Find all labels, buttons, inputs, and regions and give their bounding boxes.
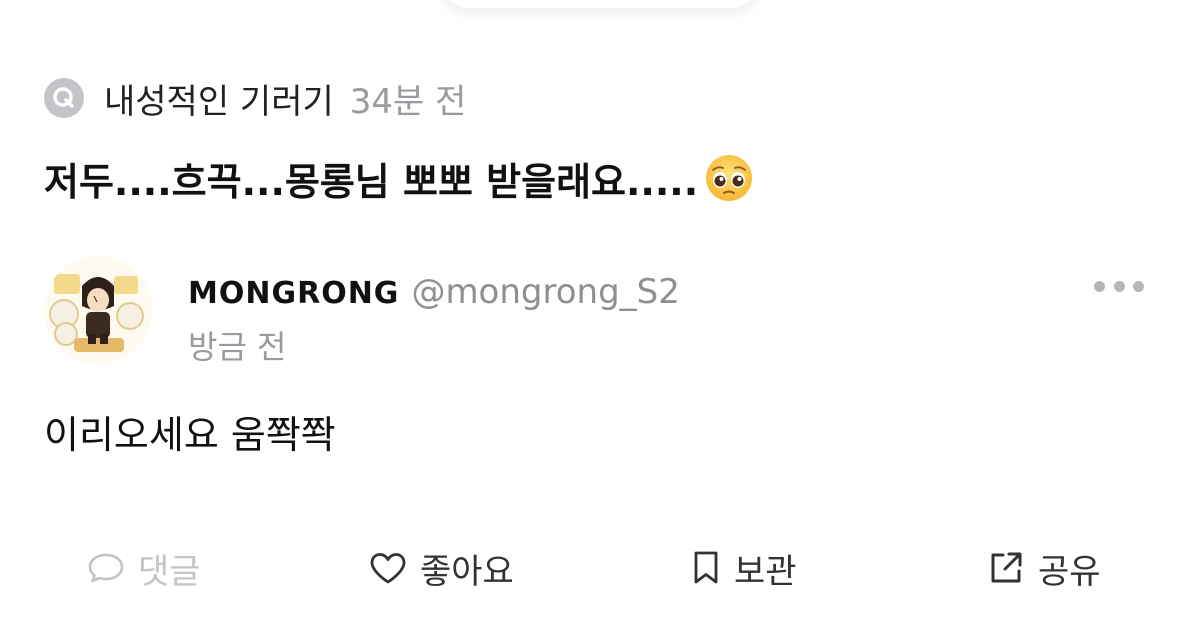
- share-icon: [991, 552, 1022, 583]
- like-label: 좋아요: [420, 551, 514, 592]
- top-sheet-edge: [440, 0, 760, 8]
- share-label: 공유: [1038, 551, 1101, 592]
- answer-time: 방금 전: [188, 328, 287, 366]
- question-badge-icon: [44, 78, 84, 118]
- more-options-button[interactable]: [1094, 274, 1144, 298]
- answer-body: 이리오세요 움쫙쫙: [44, 413, 336, 457]
- question-header: 내성적인 기러기 34분 전: [44, 76, 467, 122]
- more-dot-icon: [1094, 280, 1105, 292]
- answer-name[interactable]: MONGRONG: [188, 276, 399, 311]
- speech-bubble-icon: [88, 553, 124, 583]
- question-author: 내성적인 기러기: [104, 81, 334, 122]
- bookmark-icon: [694, 551, 718, 584]
- more-dot-icon: [1133, 280, 1144, 292]
- answer-avatar[interactable]: [44, 256, 152, 364]
- share-button[interactable]: 공유: [986, 540, 1101, 596]
- comment-label: 댓글: [138, 551, 201, 592]
- save-label: 보관: [734, 551, 797, 592]
- question-text-row: 저두....흐끅...몽롱님 뽀뽀 받을래요.....: [44, 148, 754, 208]
- answer-handle[interactable]: @mongrong_S2: [411, 272, 679, 312]
- like-button[interactable]: 좋아요: [368, 540, 514, 596]
- comment-button[interactable]: 댓글: [86, 540, 201, 596]
- answer-header: MONGRONG @mongrong_S2: [188, 272, 680, 312]
- more-dot-icon: [1113, 280, 1125, 292]
- heart-icon: [370, 553, 406, 584]
- cartoon-avatar-icon: [44, 256, 152, 364]
- question-text: 저두....흐끅...몽롱님 뽀뽀 받을래요.....: [44, 159, 699, 204]
- save-button[interactable]: 보관: [690, 540, 797, 596]
- action-bar: 댓글 좋아요 보관 공유: [0, 540, 1200, 596]
- question-time: 34분 전: [349, 81, 467, 122]
- pleading-face-icon: [706, 155, 753, 201]
